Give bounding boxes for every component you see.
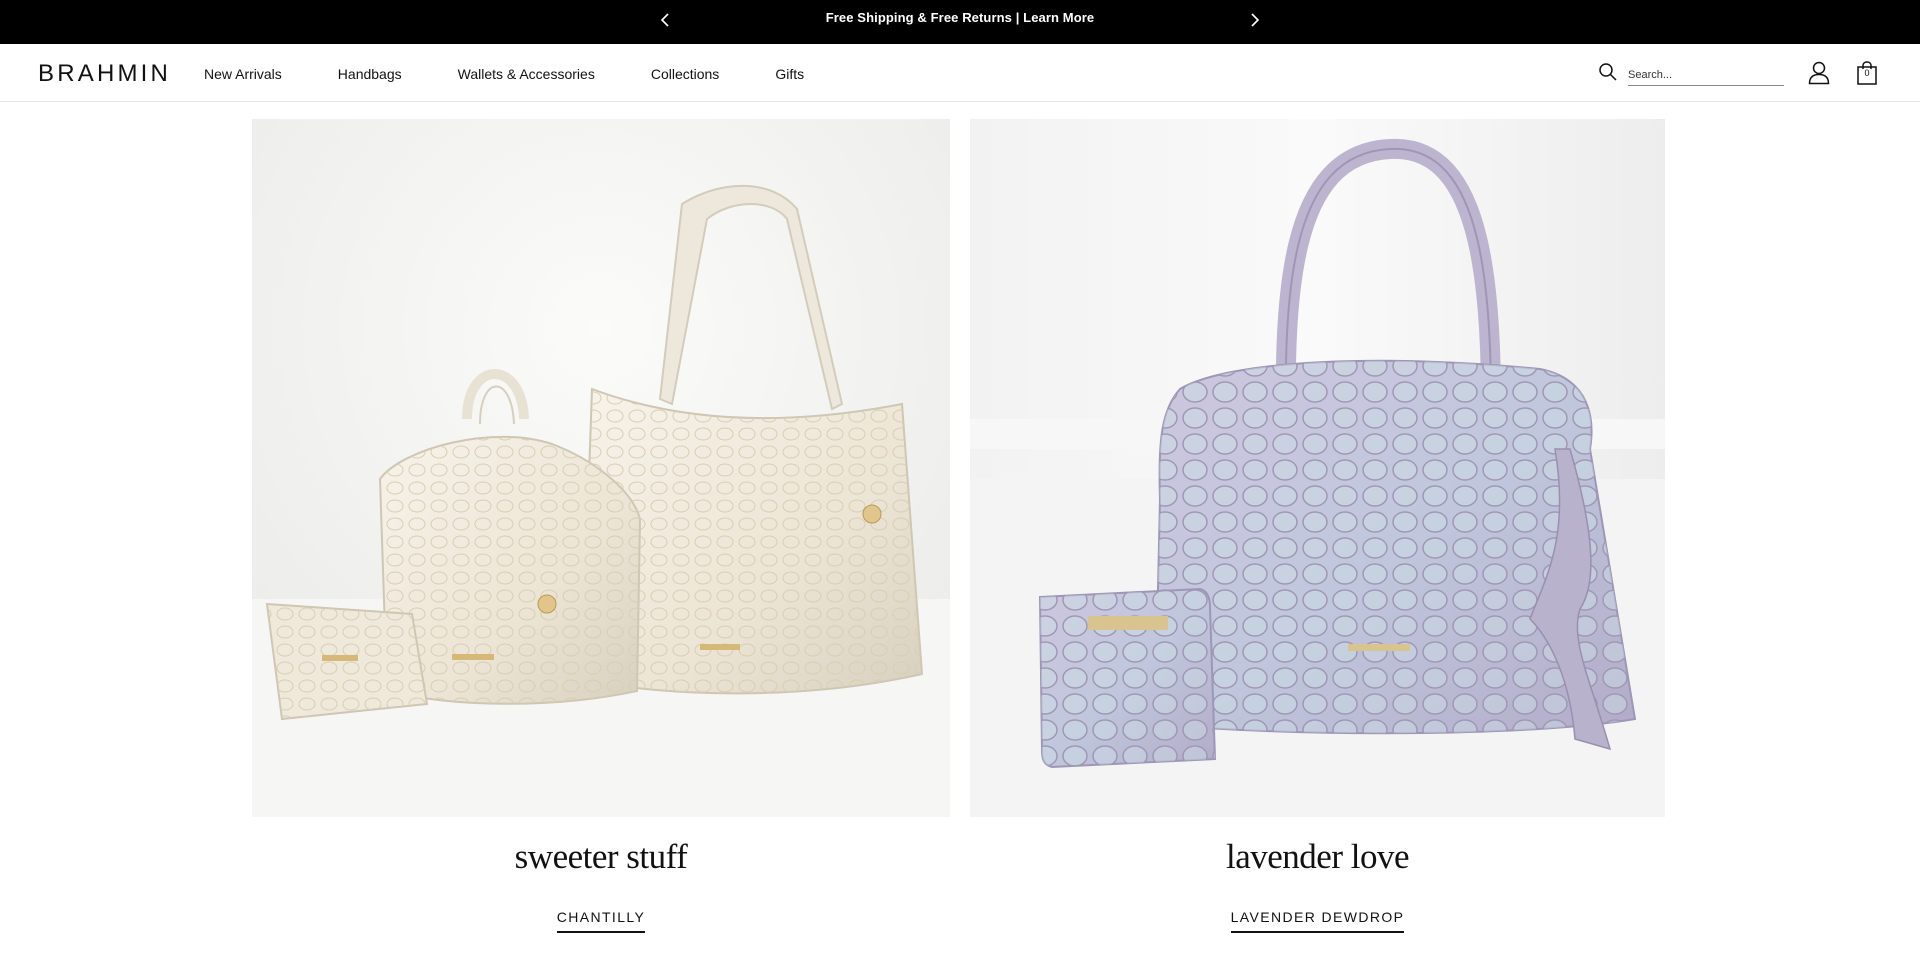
collection-tile-lavender-dewdrop: lavender love LAVENDER DEWDROP (970, 119, 1665, 933)
bag-count: 0 (1864, 68, 1870, 78)
announcement-bar: Free Shipping & Free Returns | Learn Mor… (0, 0, 1920, 44)
site-header: BRAHMIN New Arrivals Handbags Wallets & … (0, 44, 1920, 102)
brand-logo[interactable]: BRAHMIN (38, 60, 171, 88)
tile-title: lavender love (1226, 837, 1410, 876)
shop-chantilly-link[interactable]: CHANTILLY (556, 909, 646, 933)
shopping-bag-icon[interactable]: 0 (1856, 61, 1878, 85)
chevron-right-icon[interactable] (1244, 10, 1264, 30)
nav-new-arrivals[interactable]: New Arrivals (204, 66, 282, 82)
lavender-dewdrop-bags-image[interactable] (970, 119, 1665, 817)
nav-collections[interactable]: Collections (651, 66, 719, 82)
tile-title: sweeter stuff (514, 837, 688, 876)
announcement-text[interactable]: Free Shipping & Free Returns | Learn Mor… (0, 0, 1920, 36)
shop-lavender-dewdrop-link[interactable]: LAVENDER DEWDROP (1230, 909, 1405, 933)
main-nav: New Arrivals Handbags Wallets & Accessor… (204, 66, 860, 82)
tile-link-wrap: CHANTILLY (252, 909, 950, 933)
search-box (1598, 62, 1784, 86)
tile-link-wrap: LAVENDER DEWDROP (970, 909, 1665, 933)
search-input[interactable] (1628, 66, 1784, 86)
nav-gifts[interactable]: Gifts (775, 66, 804, 82)
nav-wallets-accessories[interactable]: Wallets & Accessories (458, 66, 595, 82)
chantilly-bags-image[interactable] (252, 119, 950, 817)
nav-handbags[interactable]: Handbags (338, 66, 402, 82)
collection-tile-chantilly: sweeter stuff CHANTILLY (252, 119, 950, 933)
search-icon[interactable] (1598, 62, 1618, 82)
account-icon[interactable] (1808, 61, 1830, 85)
